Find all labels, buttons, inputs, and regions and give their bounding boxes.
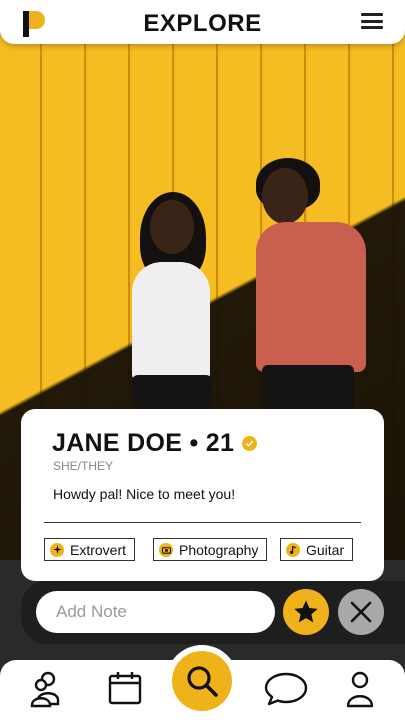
- interest-tag-guitar[interactable]: Guitar: [280, 538, 354, 561]
- matches-icon: [30, 671, 60, 708]
- name-row: JANE DOE • 21: [52, 429, 258, 458]
- add-note-input[interactable]: [36, 591, 275, 633]
- top-bar: EXPLORE: [0, 0, 405, 44]
- profile-name-age: JANE DOE • 21: [52, 429, 235, 457]
- interest-label: Guitar: [306, 541, 345, 558]
- music-note-icon: [286, 542, 300, 557]
- favorite-button[interactable]: [283, 589, 329, 635]
- hamburger-menu-icon[interactable]: [361, 13, 383, 29]
- calendar-icon: [108, 672, 142, 705]
- nav-search[interactable]: [172, 651, 232, 711]
- nav-calendar[interactable]: [107, 670, 143, 706]
- interest-tag-photography[interactable]: Photography: [153, 538, 268, 561]
- verified-badge-icon: [242, 436, 258, 451]
- profile-icon: [346, 671, 374, 708]
- chat-icon: [264, 672, 308, 706]
- sparkle-icon: [50, 542, 64, 557]
- interest-label: Photography: [179, 541, 259, 558]
- close-icon: [350, 601, 372, 623]
- profile-card: JANE DOE • 21 SHE/THEY Howdy pal! Nice t…: [21, 409, 384, 581]
- star-icon: [294, 600, 318, 623]
- pronouns: SHE/THEY: [53, 459, 114, 473]
- nav-profile[interactable]: [345, 670, 375, 708]
- search-icon: [187, 666, 218, 697]
- nav-matches[interactable]: [29, 670, 63, 708]
- interest-tag-extrovert[interactable]: Extrovert: [44, 538, 136, 561]
- pass-button[interactable]: [338, 589, 384, 635]
- profile-bio: Howdy pal! Nice to meet you!: [53, 486, 236, 502]
- interest-label: Extrovert: [70, 541, 127, 558]
- nav-chat[interactable]: [263, 671, 309, 707]
- divider: [44, 522, 361, 523]
- page-title: EXPLORE: [143, 10, 262, 37]
- camera-icon: [159, 542, 173, 557]
